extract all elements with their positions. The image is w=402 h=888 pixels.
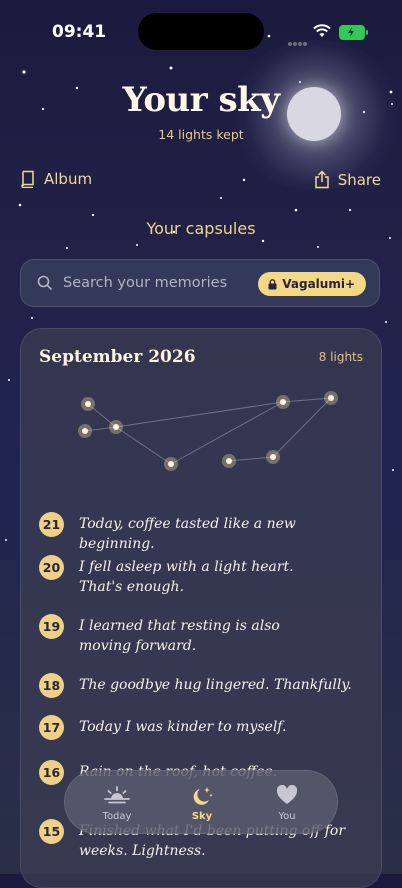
album-label: Album xyxy=(44,170,93,188)
tab-label: Today xyxy=(102,811,132,822)
wifi-icon xyxy=(313,24,331,37)
premium-badge[interactable]: Vagalumi+ xyxy=(258,272,366,296)
search-bar[interactable]: Search your memories Vagalumi+ xyxy=(20,259,380,307)
tab-today[interactable]: Today xyxy=(72,771,162,835)
constellation-star xyxy=(222,454,236,468)
search-icon xyxy=(37,275,53,291)
share-label: Share xyxy=(337,170,381,189)
page-title: Your sky xyxy=(122,80,280,120)
constellation-star xyxy=(276,395,290,409)
constellation-star xyxy=(324,391,338,405)
sunrise-icon xyxy=(104,786,130,804)
dynamic-island xyxy=(138,13,264,50)
constellation xyxy=(78,391,338,471)
tab-label: You xyxy=(278,811,296,822)
day-badge: 21 xyxy=(39,512,64,537)
day-badge: 15 xyxy=(39,819,64,844)
premium-badge-label: Vagalumi+ xyxy=(282,277,355,291)
entry-text: Today, coffee tasted like a new beginnin… xyxy=(79,516,296,552)
constellation-star xyxy=(81,397,95,411)
book-icon xyxy=(21,170,34,188)
entry-text: I fell asleep with a light heart. That's… xyxy=(79,559,294,595)
tab-bar: Today Sky You xyxy=(64,770,338,834)
section-title: Your capsules xyxy=(146,219,256,238)
tab-you[interactable]: You xyxy=(242,771,332,835)
constellation-star xyxy=(164,457,178,471)
tab-label: Sky xyxy=(191,811,213,822)
lights-count: 14 lights kept xyxy=(158,127,244,142)
constellation-star xyxy=(109,420,123,434)
day-badge: 17 xyxy=(39,715,64,740)
battery-icon xyxy=(339,25,368,40)
day-badge: 19 xyxy=(39,614,64,639)
lock-icon xyxy=(268,278,277,289)
day-badge: 18 xyxy=(39,673,64,698)
entry-text: The goodbye hug lingered. Thankfully. xyxy=(79,677,352,693)
share-button[interactable]: Share xyxy=(314,170,381,189)
moon-stars-icon xyxy=(193,787,213,805)
constellation-star xyxy=(78,424,92,438)
day-badge: 16 xyxy=(39,760,64,785)
day-badge: 20 xyxy=(39,555,64,580)
status-time: 09:41 xyxy=(52,22,107,42)
entry-text: I learned that resting is also moving fo… xyxy=(79,618,280,654)
album-button[interactable]: Album xyxy=(20,170,92,188)
constellation-star xyxy=(266,450,280,464)
share-icon xyxy=(314,170,329,189)
search-input[interactable]: Search your memories xyxy=(63,275,227,291)
heart-icon xyxy=(276,785,298,804)
tab-sky[interactable]: Sky xyxy=(157,771,247,835)
entry-text: Today I was kinder to myself. xyxy=(79,719,287,735)
